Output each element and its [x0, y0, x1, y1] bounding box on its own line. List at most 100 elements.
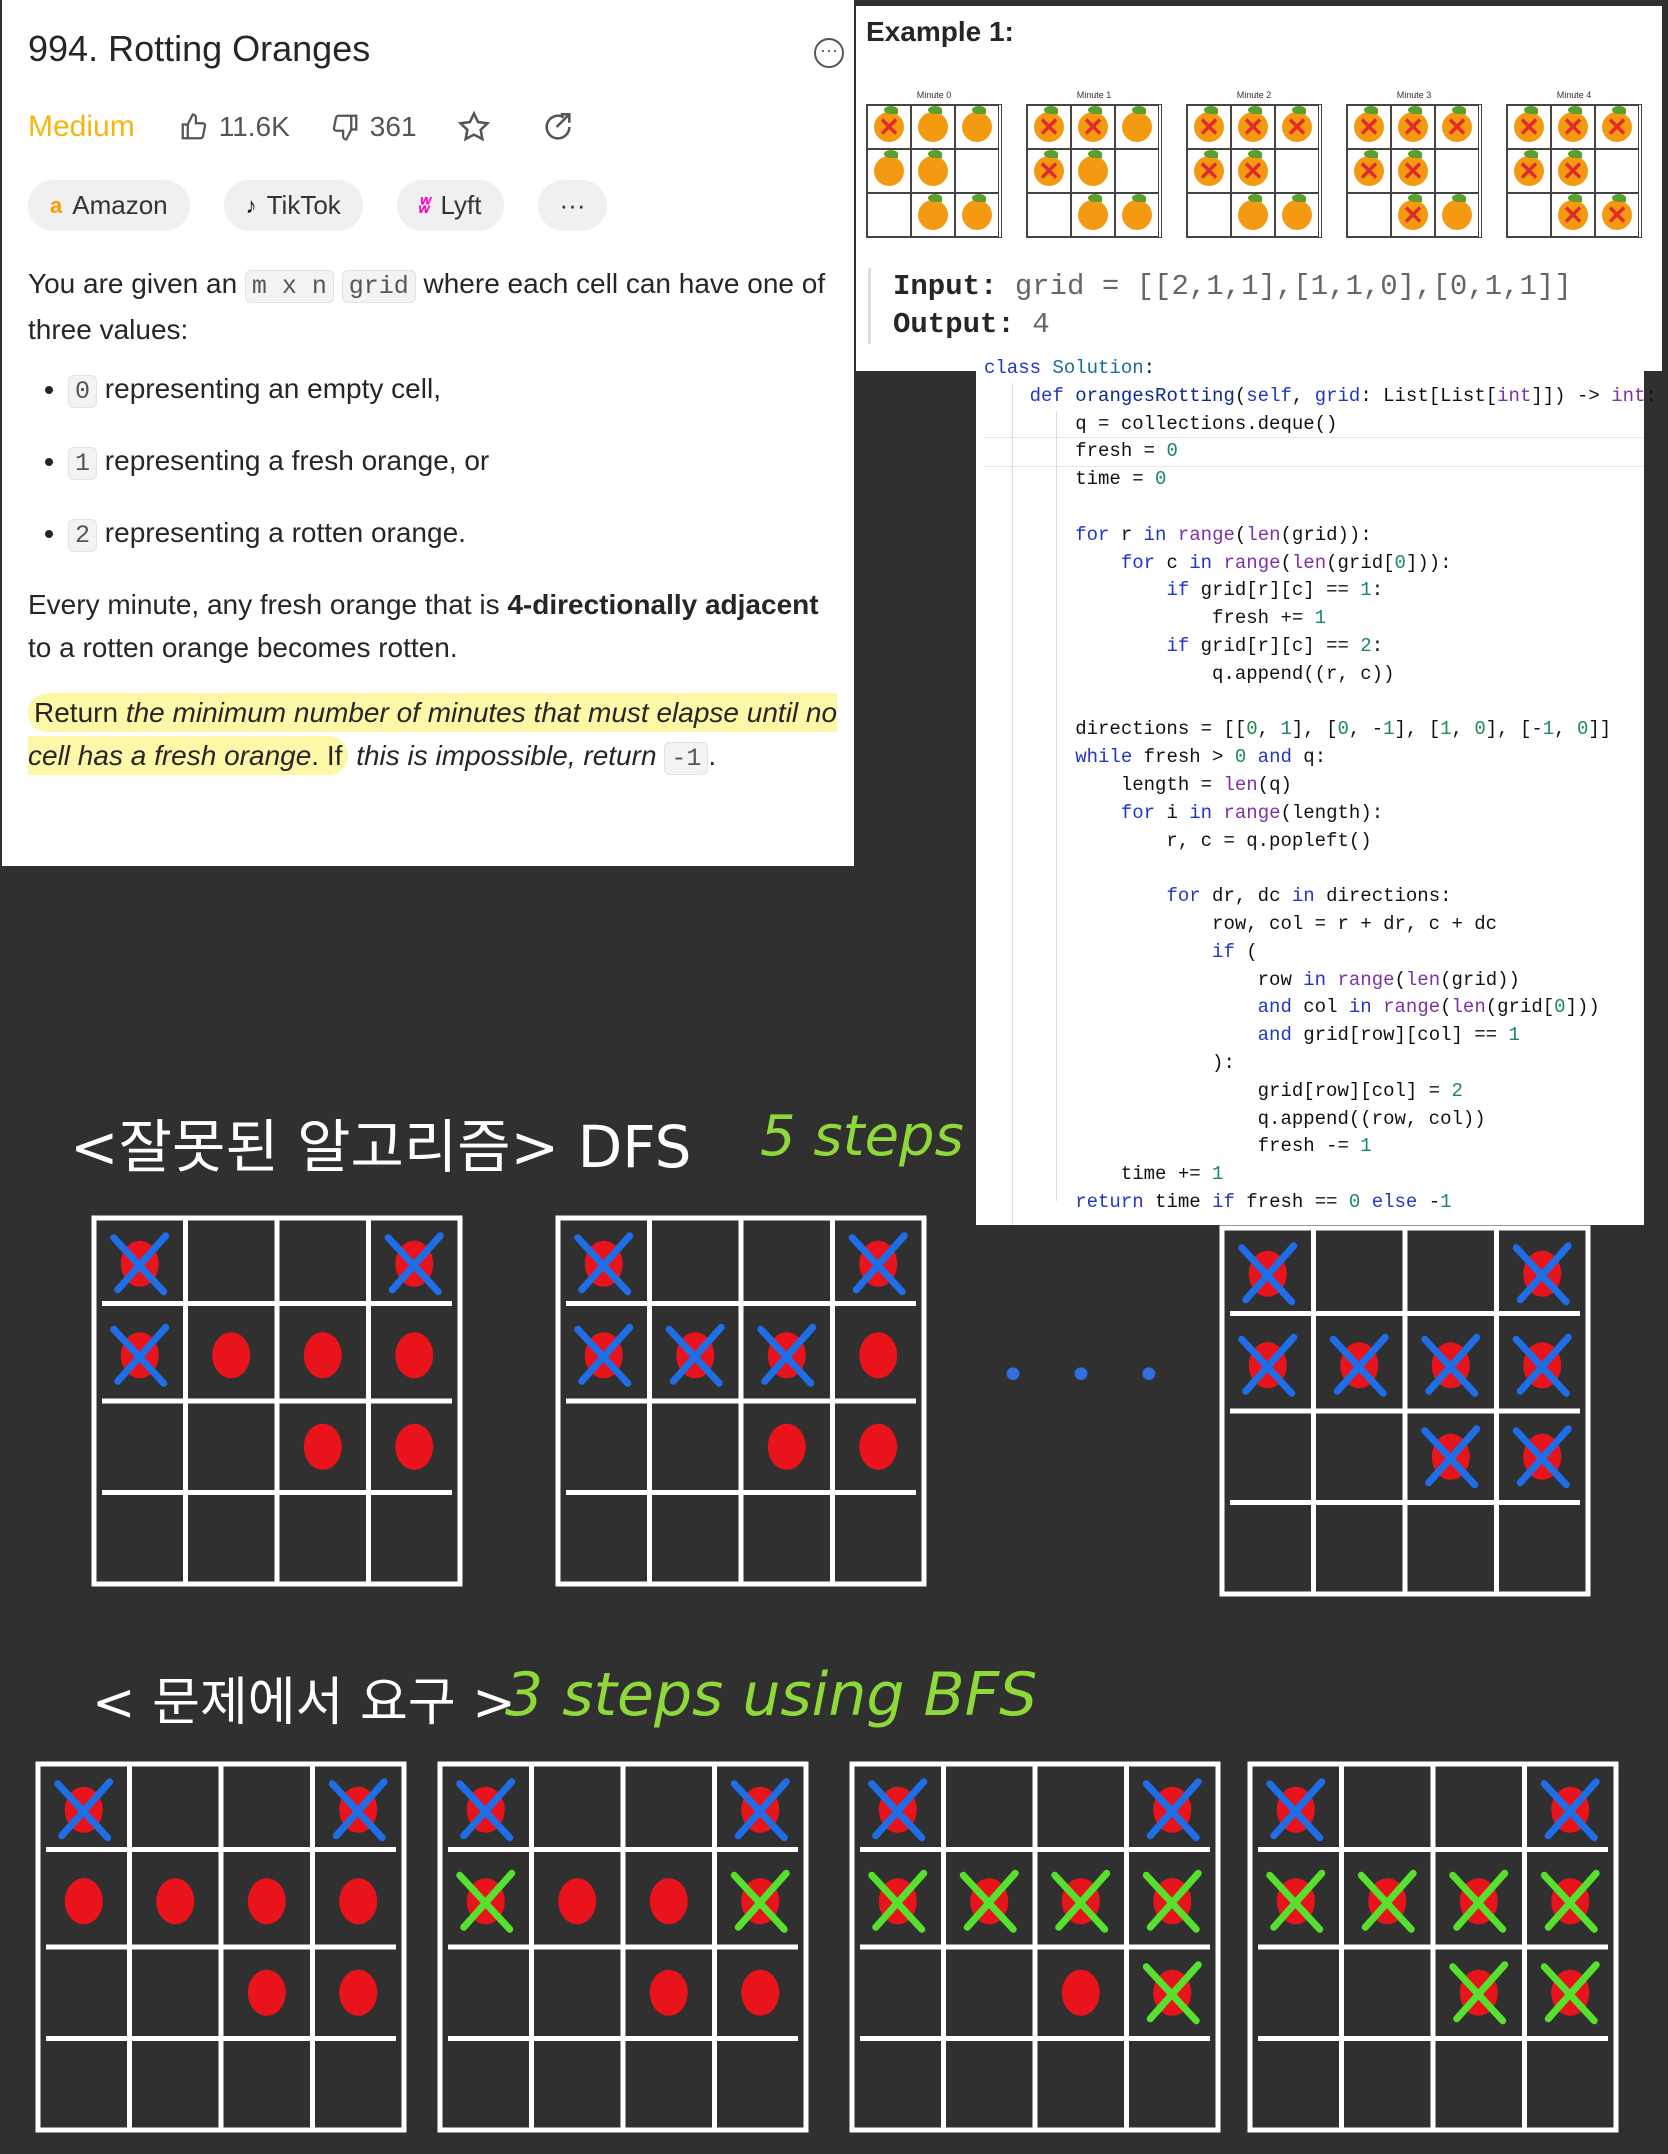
dislike-count: 361	[369, 111, 417, 142]
orange-icon	[918, 194, 948, 230]
tag-lyft[interactable]: ʬ Lyft	[396, 180, 504, 231]
grid-cell	[955, 149, 999, 193]
cross-mark-stroke	[734, 1869, 790, 1931]
rotten-orange-dot	[649, 1969, 688, 2016]
cross-mark-stroke	[1540, 1780, 1598, 1842]
minute-label: Minute 1	[1076, 90, 1112, 100]
rotten-mark-icon: ✕	[1518, 111, 1540, 142]
rotten-orange-dot	[1368, 1878, 1407, 1925]
rotten-mark-icon: ✕	[878, 111, 900, 142]
dislike-button[interactable]: 361	[330, 111, 417, 143]
grid-cell	[1115, 149, 1159, 193]
like-button[interactable]: 11.6K	[179, 111, 290, 143]
rotten-mark-icon: ✕	[1402, 199, 1424, 230]
rotten-orange-dot	[741, 1786, 780, 1833]
minute-label: Minute 3	[1396, 90, 1432, 100]
rotten-mark-icon: ✕	[1242, 111, 1264, 142]
rotten-mark-icon: ✕	[1402, 155, 1424, 186]
cross-mark-stroke	[460, 1869, 516, 1931]
tag-tiktok[interactable]: ♪ TikTok	[223, 180, 363, 231]
list-item-text: representing an empty cell,	[104, 373, 441, 404]
cross-mark-stroke	[1357, 1871, 1415, 1933]
rotten-orange-dot	[1276, 1878, 1315, 1925]
output-value: 4	[1032, 308, 1050, 341]
cross-mark-stroke	[761, 1323, 817, 1385]
cross-mark-stroke	[384, 1234, 442, 1296]
board-frame	[437, 1761, 809, 2133]
rotten-orange-dot	[1459, 1878, 1498, 1925]
cross-mark-stroke	[110, 1234, 168, 1296]
grid-cell	[1115, 105, 1159, 149]
minute-grid: Minute 0 ✕	[866, 90, 1002, 238]
grid-cell: ✕	[1551, 149, 1595, 193]
grid-cell	[867, 149, 911, 193]
rotten-orange-dot	[466, 1878, 505, 1925]
list-item-text: representing a rotten orange.	[104, 517, 466, 548]
cross-mark-stroke	[730, 1780, 788, 1842]
desc-text: You are given an	[28, 268, 238, 299]
cross-mark-stroke	[1453, 1869, 1509, 1931]
rotting-board	[1219, 1225, 1591, 1597]
grid-cell: ✕	[1187, 149, 1231, 193]
cross-mark-stroke	[1242, 1242, 1298, 1304]
tag-amazon[interactable]: a Amazon	[28, 180, 190, 231]
cross-mark-stroke	[1142, 1780, 1200, 1842]
cross-mark-stroke	[114, 1232, 170, 1294]
company-tags: a Amazon ♪ TikTok ʬ Lyft ···	[28, 180, 641, 231]
orange-icon	[962, 194, 992, 230]
rotten-orange-dot	[676, 1332, 715, 1379]
difficulty-badge: Medium	[28, 110, 135, 143]
code-editor[interactable]: class Solution: def orangesRotting(self,…	[976, 355, 1657, 1225]
cross-mark-stroke	[1425, 1425, 1481, 1487]
orange-icon	[962, 106, 992, 142]
grid-cell	[1275, 149, 1319, 193]
grid-cell: ✕	[1071, 105, 1115, 149]
cross-mark-stroke	[332, 1778, 388, 1840]
orange-icon	[1238, 194, 1268, 230]
desc-text: to a rotten orange becomes rotten.	[28, 632, 458, 663]
rotten-orange-dot	[1153, 1786, 1192, 1833]
share-icon	[544, 112, 571, 140]
minute-grid: Minute 2 ✕ ✕ ✕ ✕ ✕	[1186, 90, 1322, 238]
more-tags-button[interactable]: ···	[537, 180, 608, 231]
cross-mark-stroke	[1361, 1869, 1417, 1931]
rotting-board	[849, 1761, 1221, 2133]
favorite-button[interactable]	[457, 110, 501, 144]
grid-cell: ✕	[1595, 193, 1639, 237]
cross-mark-stroke	[868, 1780, 926, 1842]
rotten-orange-dot	[64, 1786, 103, 1833]
grid-cell: ✕	[1595, 105, 1639, 149]
rotten-orange-dot	[741, 1969, 780, 2016]
rotting-board	[437, 1761, 809, 2133]
grid-cell: ✕	[1027, 149, 1071, 193]
orange-grid: ✕ ✕ ✕ ✕ ✕	[1186, 104, 1322, 238]
rotten-mark-icon: ✕	[1038, 111, 1060, 142]
rotten-orange-dot	[395, 1423, 434, 1470]
rotten-orange-dot	[120, 1240, 159, 1287]
rotten-mark-icon: ✕	[1286, 111, 1308, 142]
tag-label: TikTok	[266, 190, 341, 220]
cross-mark-stroke	[868, 1871, 926, 1933]
rotten-mark-icon: ✕	[1038, 155, 1060, 186]
cross-mark-stroke	[1512, 1244, 1570, 1306]
cross-mark-stroke	[1544, 1778, 1600, 1840]
value-list: 0 representing an empty cell, 1 represen…	[28, 367, 838, 557]
cross-mark-stroke	[730, 1871, 788, 1933]
example-panel: Example 1: Minute 0 ✕ Minute 1 ✕ ✕ ✕ Minute 2 ✕…	[856, 6, 1662, 371]
list-item-text: representing a fresh orange, or	[104, 445, 490, 476]
grid-cell: ✕	[1551, 193, 1595, 237]
more-options-icon[interactable]: ···	[814, 38, 844, 68]
rotten-orange-dot	[1061, 1878, 1100, 1925]
desc-paragraph-1: You are given an m x n grid where each c…	[28, 262, 838, 351]
rotten-mark-icon: ✕	[1606, 199, 1628, 230]
rotten-orange-dot	[339, 1878, 378, 1925]
desc-italic: this is impossible, return	[356, 740, 657, 771]
grid-cell	[955, 193, 999, 237]
cross-mark-stroke	[460, 1778, 516, 1840]
rotten-orange-dot	[1153, 1969, 1192, 2016]
cross-mark-stroke	[1146, 1869, 1202, 1931]
grid-cell: ✕	[1347, 149, 1391, 193]
rotten-orange-dot	[558, 1878, 597, 1925]
share-button[interactable]	[541, 110, 585, 144]
inline-code: 1	[68, 447, 98, 480]
